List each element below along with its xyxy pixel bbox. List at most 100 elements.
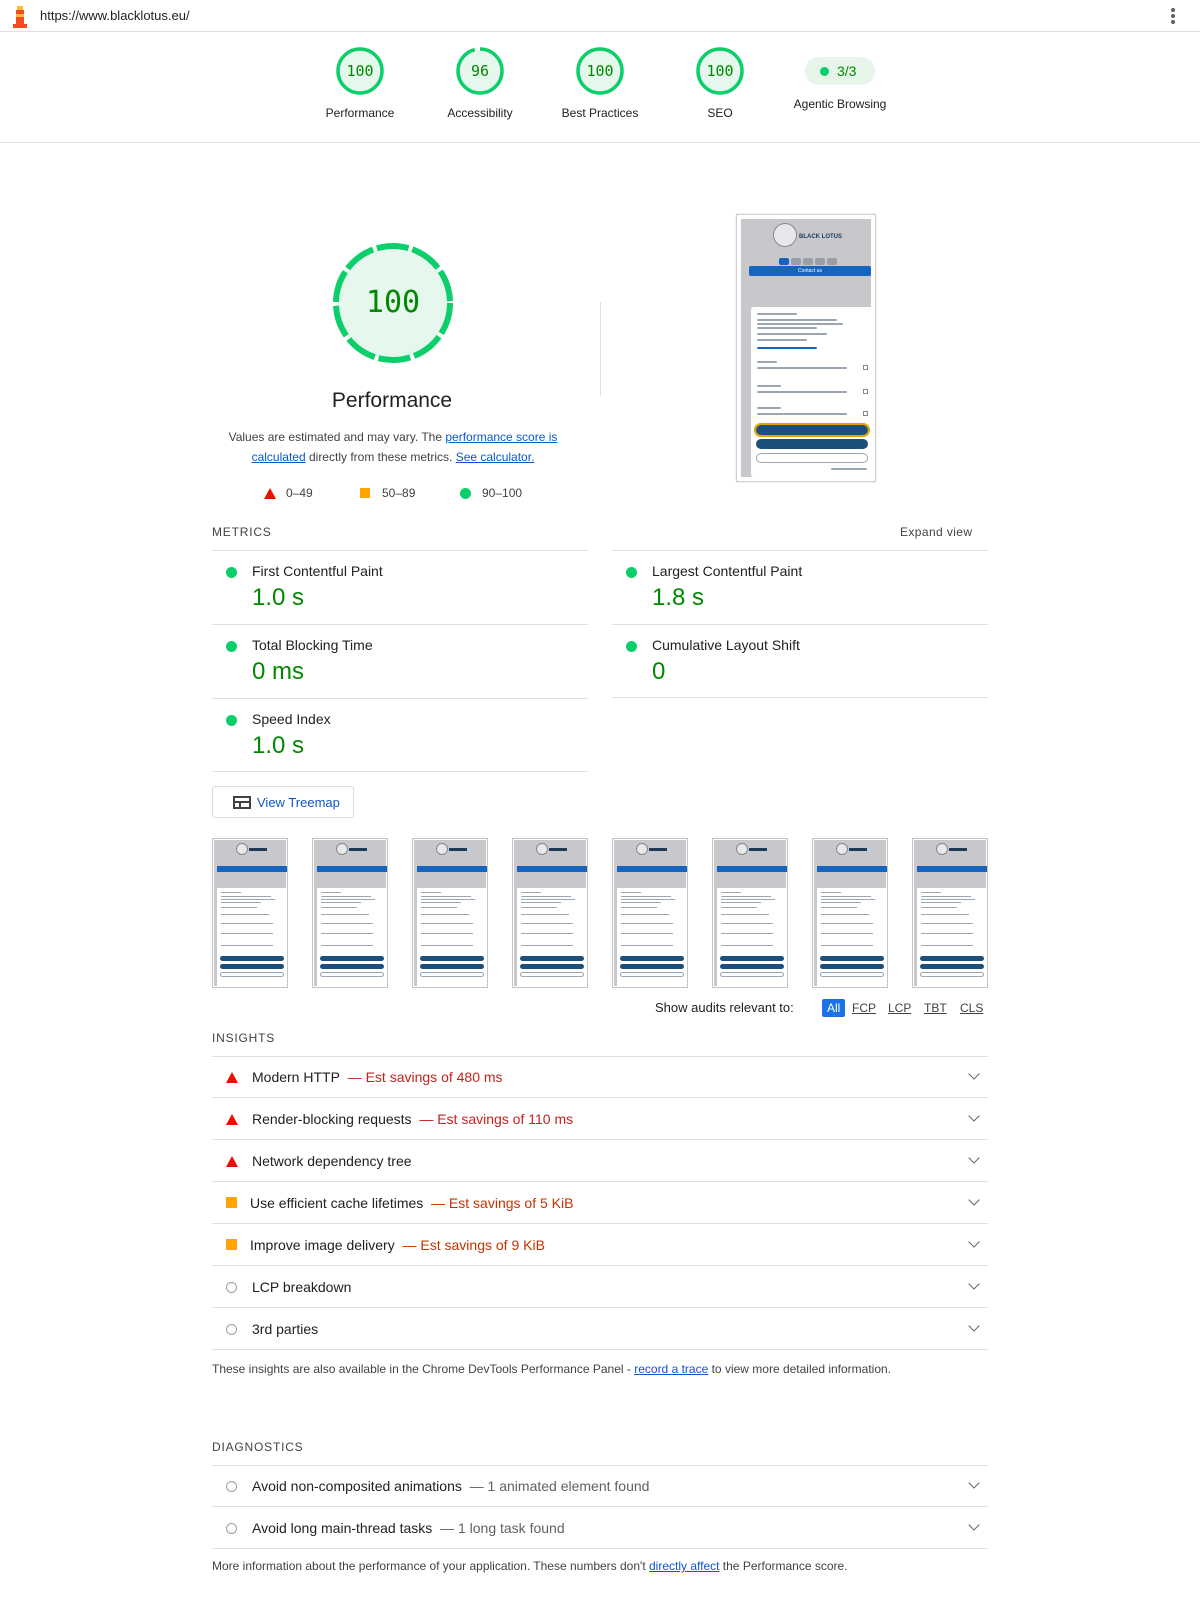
- legend-label: 50–89: [382, 486, 416, 500]
- diagnostic-long-main-thread-tasks[interactable]: Avoid long main-thread tasks — 1 long ta…: [212, 1507, 988, 1549]
- see-calculator-link[interactable]: See calculator.: [456, 450, 535, 464]
- filter-label: Show audits relevant to:: [655, 1000, 794, 1015]
- metric-name: Total Blocking Time: [252, 637, 373, 653]
- filter-chip-tbt[interactable]: TBT: [924, 999, 947, 1017]
- filter-chip-cls[interactable]: CLS: [960, 999, 983, 1017]
- diagnostics-title: DIAGNOSTICS: [212, 1440, 304, 1454]
- insight-savings: — Est savings of 480 ms: [347, 1069, 503, 1085]
- insight-modern-http[interactable]: Modern HTTP — Est savings of 480 ms: [212, 1056, 988, 1098]
- filter-chip-fcp[interactable]: FCP: [852, 999, 876, 1017]
- metrics-title: METRICS: [212, 525, 272, 539]
- score-label: Accessibility: [447, 106, 513, 120]
- metric-name: Largest Contentful Paint: [652, 563, 803, 579]
- footer-text: to view more detailed information.: [708, 1362, 892, 1376]
- gauge-accessibility[interactable]: 96 Accessibility: [420, 46, 540, 121]
- pass-dot-icon: [820, 67, 829, 76]
- metric-lcp: Largest Contentful Paint 1.8 s: [612, 550, 988, 624]
- metric-value: 1.0 s: [252, 584, 305, 611]
- average-square-icon: [226, 1197, 237, 1208]
- score-ring: 100: [335, 46, 385, 96]
- insight-title: Render-blocking requests: [252, 1111, 412, 1127]
- score-label: Best Practices: [561, 106, 639, 120]
- directly-affect-link[interactable]: directly affect: [649, 1559, 719, 1573]
- metrics-divider: [612, 697, 988, 698]
- chevron-down-icon[interactable]: [968, 1477, 980, 1489]
- score-summary: 100 Performance 96 Accessibility 100 Bes…: [0, 32, 1200, 143]
- expand-view-toggle[interactable]: Expand view: [900, 525, 972, 539]
- insight-title: Modern HTTP: [252, 1069, 340, 1085]
- filter-chip-lcp[interactable]: LCP: [888, 999, 911, 1017]
- insight-savings: — Est savings of 5 KiB: [431, 1195, 574, 1211]
- score-label: Agentic Browsing: [793, 97, 887, 111]
- performance-gauge: 100: [330, 240, 456, 366]
- metric-value: 1.8 s: [652, 584, 705, 611]
- insight-third-parties[interactable]: 3rd parties: [212, 1308, 988, 1350]
- divider: [600, 302, 601, 396]
- info-circle-icon: [226, 1523, 237, 1534]
- filmstrip-frame: [412, 838, 488, 988]
- insight-network-dependency-tree[interactable]: Network dependency tree: [212, 1140, 988, 1182]
- gauge-best-practices[interactable]: 100 Best Practices: [540, 46, 660, 121]
- chevron-down-icon[interactable]: [968, 1278, 980, 1290]
- chevron-down-icon[interactable]: [968, 1152, 980, 1164]
- pass-circle-icon: [460, 488, 471, 499]
- insight-savings: — Est savings of 110 ms: [419, 1111, 574, 1127]
- metric-value: 0: [652, 658, 666, 685]
- description-text: directly from these metrics.: [305, 450, 456, 464]
- gauge-performance[interactable]: 100 Performance: [300, 46, 420, 121]
- diagnostics-footer: More information about the performance o…: [212, 1559, 848, 1573]
- pass-circle-icon: [226, 567, 237, 578]
- pass-circle-icon: [626, 567, 637, 578]
- gauge-seo[interactable]: 100 SEO: [660, 46, 780, 121]
- metric-name: Cumulative Layout Shift: [652, 637, 800, 653]
- filmstrip-frame: [512, 838, 588, 988]
- final-screenshot[interactable]: BLACK LOTUS Contact us: [736, 214, 876, 482]
- performance-description: Values are estimated and may vary. The p…: [212, 427, 574, 467]
- chevron-down-icon[interactable]: [968, 1110, 980, 1122]
- address-bar: https://www.blacklotus.eu/: [0, 0, 1200, 32]
- average-square-icon: [226, 1239, 237, 1250]
- diagnostic-detail: — 1 long task found: [440, 1520, 565, 1536]
- score-value: 100: [706, 62, 734, 80]
- insight-cache-lifetimes[interactable]: Use efficient cache lifetimes — Est savi…: [212, 1182, 988, 1224]
- chevron-down-icon[interactable]: [968, 1519, 980, 1531]
- agentic-value: 3/3: [837, 63, 857, 79]
- diagnostic-title: Avoid non-composited animations: [252, 1478, 462, 1494]
- metric-fcp: First Contentful Paint 1.0 s: [212, 550, 588, 624]
- insight-render-blocking[interactable]: Render-blocking requests — Est savings o…: [212, 1098, 988, 1140]
- filter-chip-all[interactable]: All: [822, 999, 846, 1017]
- description-text: Values are estimated and may vary. The: [228, 430, 446, 444]
- metric-tbt: Total Blocking Time 0 ms: [212, 624, 588, 698]
- info-circle-icon: [226, 1324, 237, 1335]
- chevron-down-icon[interactable]: [968, 1068, 980, 1080]
- insight-title: Improve image delivery: [250, 1237, 395, 1253]
- chevron-down-icon[interactable]: [968, 1320, 980, 1332]
- site-logo-icon: [773, 223, 797, 247]
- insights-divider: [212, 1056, 988, 1057]
- screenshot-page: BLACK LOTUS Contact us: [741, 219, 873, 477]
- chevron-down-icon[interactable]: [968, 1236, 980, 1248]
- insight-title: Use efficient cache lifetimes: [250, 1195, 424, 1211]
- footer-text: the Performance score.: [719, 1559, 848, 1573]
- performance-title: Performance: [331, 389, 453, 412]
- score-ring: 96: [455, 46, 505, 96]
- treemap-icon: [233, 796, 251, 809]
- more-options-icon[interactable]: [1170, 8, 1176, 24]
- record-trace-link[interactable]: record a trace: [634, 1362, 708, 1376]
- metric-name: First Contentful Paint: [252, 563, 383, 579]
- diagnostic-non-composited-animations[interactable]: Avoid non-composited animations — 1 anim…: [212, 1465, 988, 1507]
- contact-button: Contact us: [749, 266, 871, 276]
- insight-image-delivery[interactable]: Improve image delivery — Est savings of …: [212, 1224, 988, 1266]
- cookie-banner: [751, 307, 873, 477]
- score-legend: 0–49 50–89 90–100: [264, 485, 564, 501]
- insight-title: 3rd parties: [252, 1321, 319, 1337]
- chevron-down-icon[interactable]: [968, 1194, 980, 1206]
- insights-title: INSIGHTS: [212, 1031, 276, 1045]
- insight-savings: — Est savings of 9 KiB: [402, 1237, 545, 1253]
- view-treemap-button[interactable]: View Treemap: [212, 786, 354, 818]
- page-url: https://www.blacklotus.eu/: [40, 8, 190, 23]
- fail-triangle-icon: [226, 1156, 238, 1167]
- insight-lcp-breakdown[interactable]: LCP breakdown: [212, 1266, 988, 1308]
- score-ring: 100: [575, 46, 625, 96]
- gauge-agentic-browsing[interactable]: 3/3 Agentic Browsing: [780, 46, 900, 112]
